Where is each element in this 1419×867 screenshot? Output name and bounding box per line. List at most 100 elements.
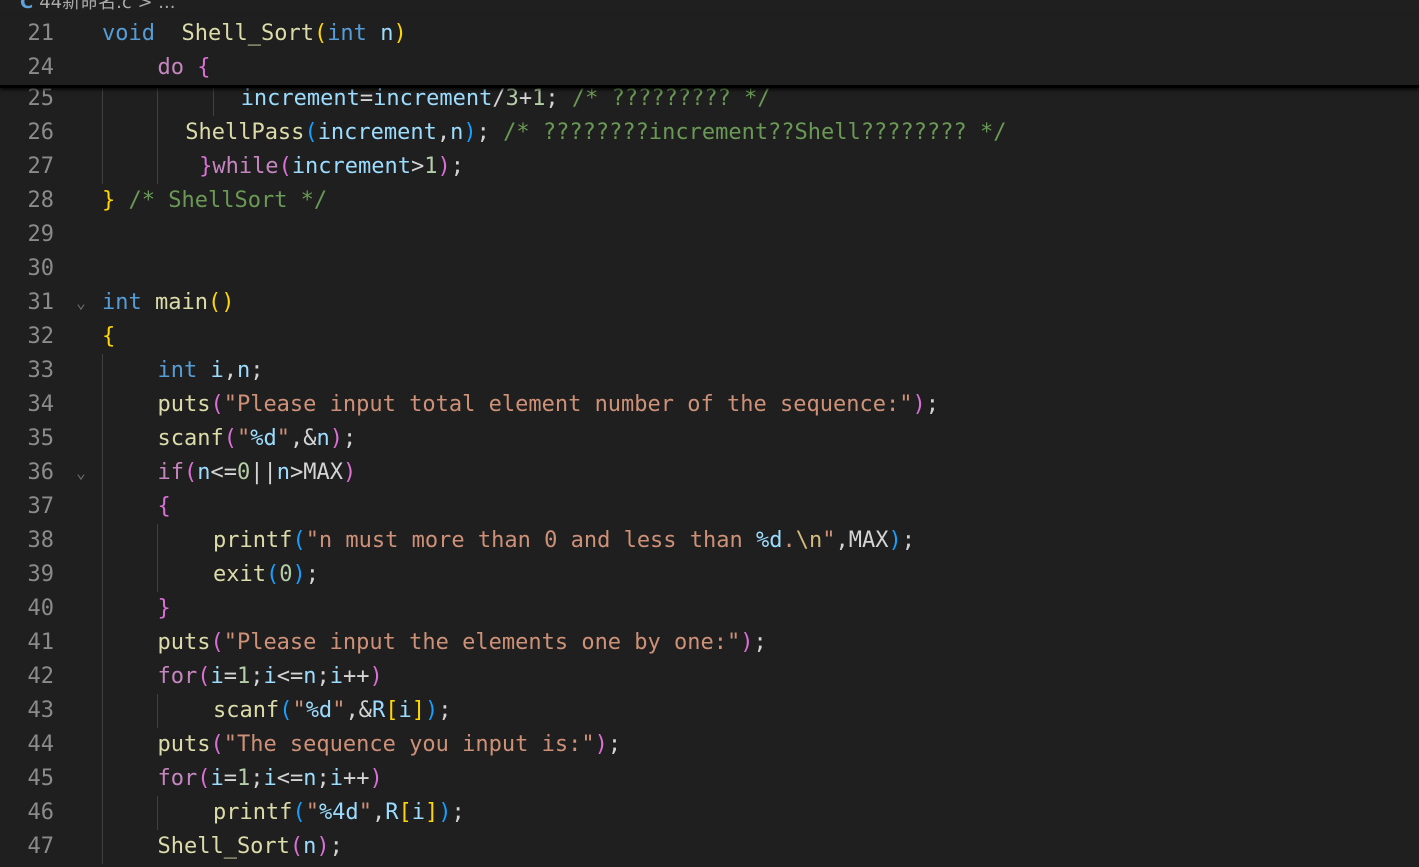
code-line[interactable]: 39 exit(0); [0,558,1419,592]
code-editor[interactable]: 25 increment=increment/3+1; /* ????????? … [0,84,1419,867]
code-token: ] [424,800,439,825]
indent-guide [213,84,214,116]
code-token: ; [438,698,452,723]
indent-guide [157,524,158,592]
code-token: [ [385,698,399,723]
code-line[interactable]: 32 { [0,320,1419,354]
code-line[interactable]: 46 printf("%4d",R[i]); [0,796,1419,830]
code-token: ) [369,664,383,689]
code-line[interactable]: 21 void Shell_Sort(int n) [0,17,1419,51]
code-line[interactable]: 38 printf("n must more than 0 and less th… [0,524,1419,558]
code-line[interactable]: 47 Shell_Sort(n); [0,830,1419,864]
code-token: n [380,21,394,46]
code-line[interactable]: 27}while(increment>1); [0,150,1419,184]
code-token: ; [545,86,572,111]
line-code: puts("Please input the elements one by o… [157,626,766,660]
code-token: ) [393,21,407,46]
code-token: ; [305,562,319,587]
code-line[interactable]: 34 puts("Please input total element numbe… [0,388,1419,422]
code-token: R [385,800,399,825]
code-token: <= [210,460,237,485]
code-token: \n [795,528,823,553]
breadcrumb-more[interactable]: ... [158,0,175,13]
code-line[interactable]: 30 [0,252,1419,286]
fold-chevron-icon[interactable]: ⌄ [73,286,89,320]
code-line[interactable]: 29 [0,218,1419,252]
code-token: , [835,528,849,553]
line-code: puts("Please input total element number … [157,388,938,422]
code-token: int [157,358,198,383]
code-line[interactable]: 26 ShellPass(increment,n); /* ????????inc… [0,116,1419,150]
code-token: Shell_Sort [157,834,290,859]
code-token: MAX [848,528,889,553]
code-token: = [223,664,237,689]
code-line[interactable]: 24 do { [0,51,1419,85]
breadcrumb-file[interactable]: 44新命名.c [39,0,132,13]
code-token: i [210,358,224,383]
line-number: 35 [27,426,55,451]
code-token: main [155,290,208,315]
sticky-scroll-header[interactable]: 21 void Shell_Sort(int n) 24 do { [0,17,1419,88]
code-token: ( [210,392,224,417]
line-number: 24 [27,55,55,80]
code-token: i [210,766,224,791]
code-token: "The sequence you input is:" [223,732,595,757]
code-token: ) [912,392,926,417]
code-token: ( [289,834,304,859]
code-token: [ [398,800,412,825]
line-code: for(i=1;i<=n;i++) [157,660,382,694]
code-token: ; [329,834,343,859]
line-number: 21 [27,21,55,46]
code-line[interactable]: 28} /* ShellSort */ [0,184,1419,218]
code-line[interactable]: 36 ⌄ if(n<=0||n>MAX) [0,456,1419,490]
breadcrumb[interactable]: C 44新命名.c > ... [0,0,1419,14]
code-token: ; [753,630,767,655]
line-code: ShellPass(increment,n); /* ????????incre… [185,116,1006,150]
code-line[interactable]: 41 puts("Please input the elements one by… [0,626,1419,660]
code-line[interactable]: 33 int i,n; [0,354,1419,388]
line-number: 37 [27,494,55,519]
line-code: printf("n must more than 0 and less than… [213,524,915,558]
c-file-icon: C [20,0,34,13]
code-line[interactable]: 43 scanf("%d",&R[i]); [0,694,1419,728]
line-code: exit(0); [213,558,319,592]
code-line[interactable]: 40} [0,592,1419,626]
code-token: "Please input the elements one by one:" [223,630,741,655]
code-token: ) [594,732,608,757]
code-token: " [276,426,290,451]
code-line[interactable]: 31 ⌄ int main() [0,286,1419,320]
code-token: ; [342,426,357,451]
code-token: %4d [318,800,359,825]
code-line[interactable]: 42 for(i=1;i<=n;i++) [0,660,1419,694]
code-token: { [157,494,171,519]
code-token: ,& [345,698,372,723]
code-token: ; [607,732,622,757]
code-token: n [276,460,290,485]
code-token: "n must more than 0 and less than [305,528,757,553]
code-token: , [223,358,237,383]
code-token: ; [925,392,939,417]
code-token: int [327,21,367,46]
line-number: 43 [27,698,55,723]
line-code: { [102,320,115,354]
code-token: n [197,460,211,485]
code-token: increment [373,86,493,111]
code-token: } [102,188,116,213]
line-number: 41 [27,630,55,655]
code-token: i [263,766,277,791]
code-token: ( [223,426,237,451]
code-token: %d [305,698,333,723]
code-line[interactable]: 35 scanf("%d",&n); [0,422,1419,456]
code-token: } [157,596,171,621]
code-token: scanf [157,426,224,451]
line-code: Shell_Sort(n); [157,830,342,864]
code-token: i [329,766,343,791]
code-line[interactable]: 45 for(i=1;i<=n;i++) [0,762,1419,796]
code-line[interactable]: 44 puts("The sequence you input is:"); [0,728,1419,762]
line-number: 33 [27,358,55,383]
code-line[interactable]: 37 { [0,490,1419,524]
fold-chevron-icon[interactable]: ⌄ [73,456,89,490]
code-token: ) [342,460,357,485]
line-number: 38 [27,528,55,553]
